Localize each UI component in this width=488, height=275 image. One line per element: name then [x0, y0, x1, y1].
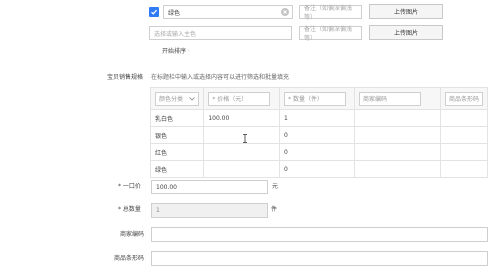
sku-section-hint: 在标题栏中输入或选择内容可以进行筛选和批量填充: [151, 74, 290, 81]
table-cell-merchant-code[interactable]: [353, 143, 441, 161]
table-row: 红色 0: [149, 143, 488, 161]
fixed-price-unit: 元: [272, 183, 279, 190]
new-color-upload-button[interactable]: 上传图片: [369, 25, 443, 40]
fixed-price-label: * 一口价: [118, 183, 141, 190]
table-cell-merchant-code[interactable]: [353, 126, 441, 144]
upload-image-button[interactable]: 上传图片: [369, 4, 443, 19]
table-cell-price[interactable]: [203, 143, 281, 161]
barcode-input[interactable]: [151, 251, 488, 266]
price-filter-input[interactable]: * 价格（元）: [208, 91, 271, 106]
barcode-label: 商品条形码: [114, 255, 145, 262]
table-cell-quantity[interactable]: 0: [279, 160, 355, 178]
table-cell-barcode[interactable]: [439, 160, 488, 178]
quantity-filter-input[interactable]: * 数量（件）: [284, 91, 347, 106]
table-header-row: 颜色分类 * 价格（元） * 数量（件） 商家编码 商品条形码: [149, 87, 488, 110]
sku-table: 颜色分类 * 价格（元） * 数量（件） 商家编码 商品条形码 乳白色 100.…: [149, 87, 488, 178]
table-cell-color: 红色: [149, 143, 205, 161]
color-checkbox-green[interactable]: [149, 7, 159, 17]
total-quantity-input: 1: [151, 203, 268, 218]
dot-icon: ·: [187, 48, 190, 55]
fixed-price-input[interactable]: 100.00: [151, 180, 268, 194]
table-cell-barcode[interactable]: [439, 126, 488, 144]
start-sort-link[interactable]: 开始排序 ·: [162, 49, 190, 55]
merchant-code-filter-input[interactable]: 商家编码: [358, 91, 421, 106]
text-cursor-icon: [243, 134, 247, 143]
total-quantity-label: * 总数量: [118, 206, 141, 213]
table-cell-price[interactable]: [203, 160, 281, 178]
table-row: 乳白色 100.00 1: [149, 109, 488, 127]
color-name-input[interactable]: 绿色: [163, 5, 293, 19]
table-row: 绿色 0: [149, 160, 488, 178]
table-cell-color: 乳白色: [149, 109, 205, 127]
table-cell-merchant-code[interactable]: [353, 109, 441, 127]
table-cell-quantity[interactable]: 0: [279, 126, 355, 144]
new-color-input[interactable]: 选择或输入主色: [149, 26, 292, 40]
color-category-select[interactable]: 颜色分类: [155, 91, 200, 106]
table-cell-price[interactable]: 100.00: [203, 109, 281, 127]
sku-section-label: 宝贝销售规格: [107, 74, 144, 81]
table-cell-quantity[interactable]: 1: [279, 109, 355, 127]
table-cell-barcode[interactable]: [439, 109, 488, 127]
clear-icon[interactable]: [281, 8, 289, 16]
table-cell-color: 银色: [149, 126, 205, 144]
table-cell-quantity[interactable]: 0: [279, 143, 355, 161]
new-color-note-input[interactable]: 备注（如偏深偏浅等）: [299, 26, 362, 42]
total-quantity-unit: 件: [271, 206, 278, 213]
check-icon: [151, 9, 158, 15]
color-note-input[interactable]: 备注（如偏深偏浅等）: [299, 5, 362, 21]
table-cell-merchant-code[interactable]: [353, 160, 441, 178]
merchant-code-label: 商家编码: [120, 231, 145, 238]
table-cell-color: 绿色: [149, 160, 205, 178]
table-cell-barcode[interactable]: [439, 143, 488, 161]
chevron-down-icon: [189, 96, 196, 101]
table-row: 银色 0: [149, 126, 488, 144]
barcode-filter-input[interactable]: 商品条形码: [444, 91, 483, 106]
merchant-code-input[interactable]: [151, 227, 488, 242]
